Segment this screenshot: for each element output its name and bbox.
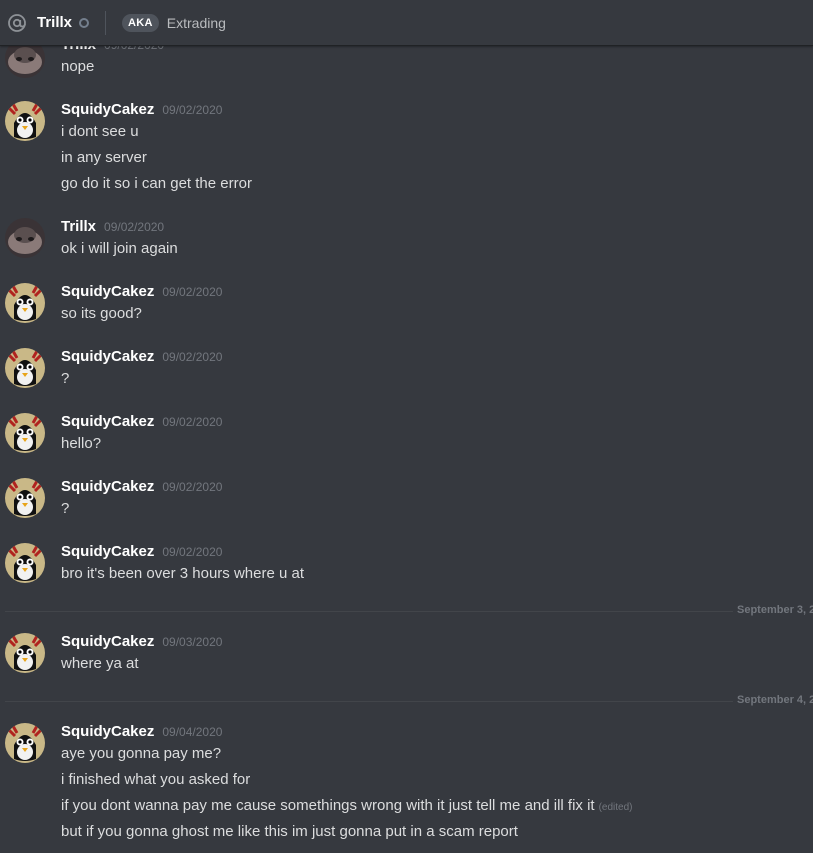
message-header: SquidyCakez 09/02/2020 [61,101,222,118]
offline-status-icon [79,18,90,28]
message-text: so its good? [61,305,142,322]
username[interactable]: SquidyCakez [61,283,154,300]
message-text: ? [61,370,70,387]
date-divider-label: September 4, 2 [737,694,813,706]
divider-line [5,611,733,612]
squidycakez-avatar[interactable] [5,348,45,388]
squidycakez-avatar[interactable] [5,283,45,323]
username[interactable]: SquidyCakez [61,478,154,495]
message-text: i finished what you asked for [61,771,251,788]
timestamp: 09/02/2020 [162,103,223,117]
edited-label: (edited) [598,802,633,813]
date-divider: September 3, 2 [5,603,813,619]
timestamp: 09/02/2020 [162,480,223,494]
at-sign-icon [7,13,27,33]
divider-line [5,701,733,702]
aka-name: Extrading [166,14,226,31]
message-text: but if you gonna ghost me like this im j… [61,823,518,840]
message-text: ? [61,500,70,517]
message-header: SquidyCakez 09/02/2020 [61,543,222,560]
message-header: SquidyCakez 09/02/2020 [61,348,222,365]
message-header: Trillx 09/02/2020 [61,218,164,235]
message-header: SquidyCakez 09/02/2020 [61,413,222,430]
squidycakez-avatar[interactable] [5,101,45,141]
timestamp: 09/02/2020 [104,220,165,234]
username[interactable]: SquidyCakez [61,543,154,560]
message-text: hello? [61,435,102,452]
username[interactable]: SquidyCakez [61,413,154,430]
message-header: SquidyCakez 09/03/2020 [61,633,222,650]
header-divider [105,10,107,35]
timestamp: 09/04/2020 [162,725,223,739]
message-header: SquidyCakez 09/02/2020 [61,478,222,495]
timestamp: 09/03/2020 [162,635,223,649]
message-text: bro it's been over 3 hours where u at [61,565,305,582]
message-text: in any server [61,149,147,166]
message-text: aye you gonna pay me? [61,745,222,762]
username[interactable]: SquidyCakez [61,348,154,365]
message-header: SquidyCakez 09/04/2020 [61,723,222,740]
timestamp: 09/02/2020 [162,350,223,364]
message-text-content: if you dont wanna pay me cause something… [61,797,595,814]
header-username[interactable]: Trillx [37,14,72,31]
squidycakez-avatar[interactable] [5,478,45,518]
timestamp: 09/02/2020 [162,545,223,559]
message-list: Trillx 09/02/2020 nope SquidyCakez 09/02… [0,0,813,853]
username[interactable]: SquidyCakez [61,723,154,740]
message-text: if you dont wanna pay me cause something… [61,797,633,814]
date-divider-label: September 3, 2 [737,604,813,616]
channel-header: Trillx AKA Extrading [0,0,813,46]
message-text: go do it so i can get the error [61,175,252,192]
timestamp: 09/02/2020 [162,415,223,429]
squidycakez-avatar[interactable] [5,633,45,673]
aka-badge[interactable]: AKA [122,13,159,32]
message-text: ok i will join again [61,240,178,257]
squidycakez-avatar[interactable] [5,543,45,583]
timestamp: 09/02/2020 [162,285,223,299]
date-divider: September 4, 2 [5,693,813,709]
squidycakez-avatar[interactable] [5,723,45,763]
trillx-avatar[interactable] [5,218,45,258]
message-text: i dont see u [61,123,139,140]
message-text: where ya at [61,655,139,672]
username[interactable]: SquidyCakez [61,101,154,118]
username[interactable]: Trillx [61,218,96,235]
squidycakez-avatar[interactable] [5,413,45,453]
message-text: nope [61,58,95,75]
message-header: SquidyCakez 09/02/2020 [61,283,222,300]
username[interactable]: SquidyCakez [61,633,154,650]
